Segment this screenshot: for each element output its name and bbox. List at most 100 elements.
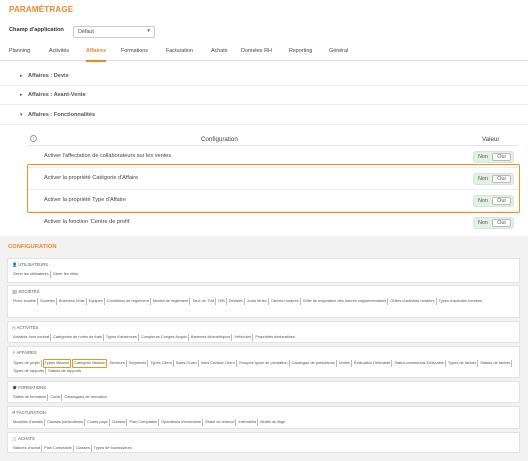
champ-label: Champ d'application	[9, 27, 64, 33]
configuration-title: CONFIGURATION	[8, 244, 57, 250]
config-row-label: Activer la fonction 'Centre de profit'	[44, 219, 131, 225]
config-link[interactable]: Types d'activités horaires	[438, 298, 484, 305]
config-link[interactable]: Taux de TVA	[191, 298, 217, 305]
tab-affaires[interactable]: Affaires	[86, 48, 106, 54]
config-link[interactable]: Types de tâches	[447, 360, 479, 367]
config-link[interactable]: Jours fériés	[246, 298, 269, 305]
config-link[interactable]: Modèles d'emails	[12, 419, 45, 426]
config-link[interactable]: Propriétés déclaratives	[254, 334, 296, 341]
config-link[interactable]: Clauses particulières	[46, 419, 86, 426]
section-links: Activités hors contrat Catégories de note…	[12, 334, 518, 341]
config-link[interactable]: Opérations d'inventaire	[160, 419, 204, 426]
section-header: 🎓 FORMATIONS	[12, 385, 46, 391]
config-row-label: Activer l'affectation de collaborateurs …	[44, 153, 172, 159]
section-title: UTILISATEURS	[18, 262, 49, 267]
tab-planning[interactable]: Planning	[9, 48, 30, 54]
accordion-devis[interactable]: ▸ Affaires : Devis	[0, 68, 528, 86]
accordion-fonctionnalites[interactable]: ▾ Affaires : Fonctionnalités	[0, 107, 528, 125]
config-link[interactable]: Types Client	[149, 360, 174, 367]
config-link[interactable]: Types de fournisseurs	[93, 445, 133, 452]
config-link[interactable]: Equipes	[88, 298, 105, 305]
page-title: PARAMÉTRAGE	[9, 5, 74, 14]
section-links: Fiche société Sociétés Business Units Equip…	[12, 298, 518, 305]
yes-no-toggle[interactable]: Non Oui	[473, 217, 514, 229]
config-link[interactable]: Catalogues de formation	[63, 394, 107, 401]
config-link[interactable]: Business Units	[58, 298, 87, 305]
config-link[interactable]: Sociétés	[39, 298, 57, 305]
config-link[interactable]: Véhicules	[233, 334, 254, 341]
config-link[interactable]: Tâches horaires	[270, 298, 301, 305]
config-link[interactable]: Plan Comptable	[128, 419, 160, 426]
yes-no-toggle[interactable]: Non Oui	[473, 151, 514, 163]
config-link[interactable]: Classes	[75, 445, 92, 452]
config-link[interactable]: Catégories de notes de frais	[52, 334, 104, 341]
config-link[interactable]: Catégorie Mission	[72, 359, 108, 368]
tab-formations[interactable]: Formations	[121, 48, 148, 54]
config-link[interactable]: Modes de règlement	[152, 298, 191, 305]
accordion-avant-vente[interactable]: ▸ Affaires : Avant-Vente	[0, 87, 528, 105]
config-link[interactable]: Intervalles	[237, 419, 259, 426]
tab-activites[interactable]: Activités	[49, 48, 69, 54]
config-link[interactable]: Barèmes kilométriques	[190, 334, 233, 341]
config-link[interactable]: Groupes types de prestation	[238, 360, 290, 367]
highlight-box	[27, 164, 520, 213]
config-link[interactable]: Grilles d'activités horaires	[389, 298, 437, 305]
config-link[interactable]: Motifs de litige	[259, 419, 286, 426]
config-link[interactable]: Évaluation Délivrable	[353, 360, 393, 367]
config-link[interactable]: Statut commercial Délivrable	[393, 360, 446, 367]
config-link[interactable]: Activités hors contrat	[12, 334, 52, 341]
config-link[interactable]: Statuts de rapports	[47, 368, 82, 375]
tab-reporting[interactable]: Reporting	[289, 48, 312, 54]
toggle-no[interactable]: Non	[478, 220, 488, 226]
tab-facturation[interactable]: Facturation	[166, 48, 193, 54]
config-link[interactable]: Fiche société	[12, 298, 38, 305]
config-link[interactable]: Types de rapports	[12, 367, 47, 374]
section-links: Modèles d'emails Clauses particulières Cod…	[12, 419, 518, 426]
config-link[interactable]: Coûts	[49, 394, 63, 401]
config-link[interactable]: Salles de formation	[12, 394, 49, 401]
tab-achats[interactable]: Achats	[211, 48, 227, 54]
tab-general[interactable]: Général	[329, 48, 348, 54]
config-link[interactable]: Sales Chain	[175, 360, 199, 367]
config-section-formations: 🎓 FORMATIONS Salles de formation Coûts Cata…	[7, 381, 520, 403]
chevron-right-icon: ▸	[20, 92, 23, 98]
config-link[interactable]: Statuts de tâches	[479, 360, 513, 367]
config-link[interactable]: Natures d'achat	[12, 445, 43, 452]
toggle-yes[interactable]: Oui	[492, 153, 511, 161]
config-link[interactable]: Plan Comptable	[43, 445, 74, 452]
config-link[interactable]: Classes	[111, 419, 128, 426]
config-link[interactable]: Compteurs Congés Acquis	[140, 334, 189, 341]
section-title: ACHATS	[18, 436, 35, 441]
config-link[interactable]: Codes pays	[86, 419, 110, 426]
section-title: FACTURATION	[16, 410, 46, 415]
config-link[interactable]: Devises	[228, 298, 245, 305]
config-link[interactable]: Statut de relance	[204, 419, 237, 426]
section-header: ◷ ACTIVITÉS	[12, 325, 38, 330]
config-link[interactable]: Grille de majoration des heures suppléme…	[302, 298, 389, 305]
config-link[interactable]: Types Mission	[42, 359, 72, 368]
config-link[interactable]: Unités	[338, 360, 352, 367]
tab-donnees-rh[interactable]: Données RH	[241, 48, 272, 54]
config-link[interactable]: Conditions de règlement	[106, 298, 151, 305]
config-link[interactable]: Types de projet	[12, 360, 42, 367]
toggle-no[interactable]: Non	[478, 154, 488, 160]
config-link[interactable]: RIB	[217, 298, 227, 305]
config-link[interactable]: Gérer les rôles	[52, 271, 80, 278]
section-title: SOCIÉTÉS	[18, 289, 40, 294]
active-tab-indicator	[86, 60, 106, 62]
config-link[interactable]: Segments	[128, 360, 149, 367]
section-title: ACTIVITÉS	[16, 325, 39, 330]
config-link[interactable]: Secteurs	[108, 360, 127, 367]
config-link[interactable]: Gérer les utilisateurs	[12, 271, 51, 278]
info-icon[interactable]: i	[30, 135, 37, 142]
config-link[interactable]: Infos Contact Client	[200, 360, 237, 367]
toggle-yes[interactable]: Oui	[492, 219, 511, 227]
section-header: 👤 UTILISATEURS	[12, 262, 48, 268]
section-header: 🛒 ACHATS	[12, 436, 35, 442]
champ-select[interactable]: Défaut ▾	[73, 26, 155, 38]
config-link[interactable]: Catalogue de prestations	[291, 360, 337, 367]
tab-bar: Planning Activités Affaires Formations F…	[0, 42, 528, 61]
config-link[interactable]: Types d'absences	[105, 334, 139, 341]
section-header: ↗ AFFAIRES	[12, 350, 37, 355]
chevron-right-icon: ▸	[20, 73, 23, 79]
